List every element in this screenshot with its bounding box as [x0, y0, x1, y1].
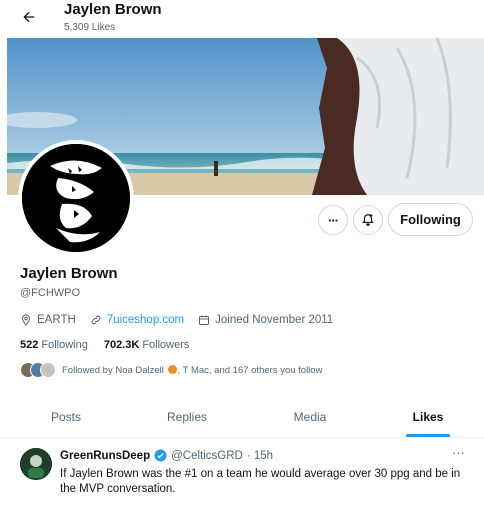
followed-by-text: Followed by Noa Dalzell , T Mac, and 167… [62, 364, 323, 376]
tweet-author-handle[interactable]: @CelticsGRD [171, 450, 243, 462]
more-options-button[interactable]: ··· [318, 205, 348, 235]
bell-plus-icon [362, 214, 374, 226]
follower-avatar [40, 362, 56, 378]
website-item[interactable]: 7uiceshop.com [90, 314, 184, 326]
location-item: EARTH [20, 314, 76, 326]
website-link[interactable]: 7uiceshop.com [107, 314, 184, 326]
tab-replies[interactable]: Replies [140, 396, 234, 438]
follow-counts: 522 Following 702.3K Followers [20, 339, 189, 351]
followed-by-row[interactable]: Followed by Noa Dalzell , T Mac, and 167… [20, 362, 322, 378]
profile-avatar[interactable] [18, 140, 134, 256]
profile-handle: @FCHWPO [20, 287, 81, 299]
tweet-text: If Jaylen Brown was the #1 on a team he … [60, 468, 461, 495]
tab-media[interactable]: Media [264, 396, 356, 438]
tweet[interactable]: GreenRunsDeep @CelticsGRD · 15h ··· If J… [0, 440, 484, 507]
header-likes-count: 5,309 Likes [64, 22, 116, 33]
notify-button[interactable] [353, 205, 383, 235]
back-button[interactable] [16, 4, 42, 30]
following-button[interactable]: Following [388, 203, 473, 236]
tweet-author-avatar[interactable] [20, 448, 52, 480]
followers-count-link[interactable]: 702.3K Followers [104, 339, 190, 351]
tweet-author-name[interactable]: GreenRunsDeep [60, 450, 150, 462]
header-title: Jaylen Brown [64, 1, 162, 18]
profile-meta: EARTH 7uiceshop.com Joined November 2011 [20, 314, 333, 326]
following-count-link[interactable]: 522 Following [20, 339, 88, 351]
tweet-time[interactable]: · 15h [247, 450, 273, 462]
profile-name: Jaylen Brown [20, 265, 118, 282]
link-icon [91, 315, 101, 325]
location-pin-icon [21, 314, 31, 326]
top-bar: Jaylen Brown 5,309 Likes [0, 0, 484, 38]
tab-posts[interactable]: Posts [20, 396, 112, 438]
location-text: EARTH [37, 314, 76, 326]
more-dots-icon: ··· [328, 212, 339, 228]
avatar-logo [22, 144, 130, 252]
arrow-left-icon [23, 11, 35, 23]
tab-likes[interactable]: Likes [382, 396, 474, 438]
profile-tabs: Posts Replies Media Likes [0, 396, 484, 438]
tweet-more-button[interactable]: ··· [452, 445, 465, 460]
verified-badge-icon [154, 449, 167, 462]
tweet-header: GreenRunsDeep @CelticsGRD · 15h [60, 449, 273, 462]
calendar-icon [199, 315, 210, 325]
basketball-emoji-icon [167, 364, 177, 374]
joined-text: Joined November 2011 [215, 314, 334, 326]
active-tab-indicator [406, 434, 450, 437]
joined-item: Joined November 2011 [198, 314, 333, 326]
